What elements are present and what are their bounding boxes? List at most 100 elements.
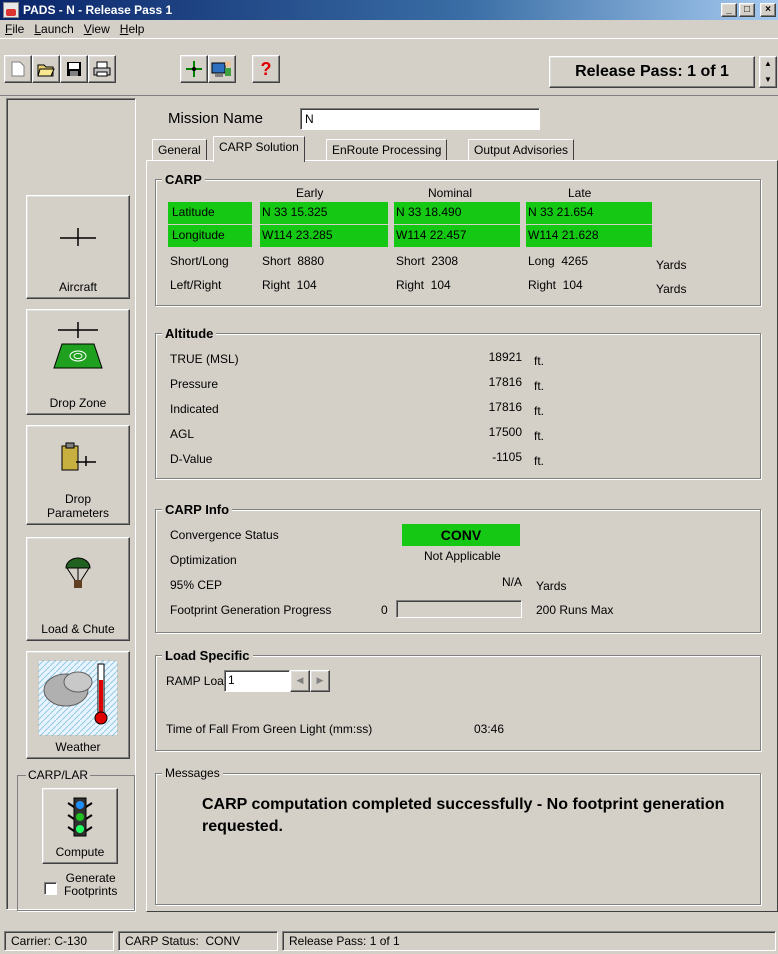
- d-value-label: D-Value: [170, 452, 213, 466]
- optimization-label: Optimization: [170, 553, 237, 567]
- compute-label: Compute: [55, 845, 105, 859]
- indicated-value: 17816: [488, 400, 522, 414]
- latitude-early: N 33 15.325: [262, 205, 328, 219]
- weather-icon: [27, 660, 129, 736]
- tab-carp-solution[interactable]: CARP Solution: [213, 136, 305, 162]
- release-pass-spinner[interactable]: ▲ ▼: [759, 56, 777, 88]
- short-long-unit: Yards: [656, 258, 687, 272]
- window-title: PADS - N - Release Pass 1: [23, 3, 173, 17]
- messages-group: Messages CARP computation completed succ…: [155, 766, 761, 905]
- ramp-load-next-icon[interactable]: ▶: [310, 670, 330, 692]
- status-carrier: Carrier: C-130: [4, 931, 114, 951]
- status-bar: Carrier: C-130 CARP Status: CONV Release…: [0, 928, 778, 954]
- left-right-early: Right 104: [262, 278, 317, 292]
- aircraft-icon: [27, 226, 129, 246]
- load-chute-button[interactable]: Load & Chute: [26, 537, 130, 641]
- menu-file[interactable]: File: [0, 20, 29, 36]
- drop-parameters-button[interactable]: Drop Parameters: [26, 425, 130, 525]
- drop-zone-button[interactable]: Drop Zone: [26, 309, 130, 415]
- latitude-nominal: N 33 18.490: [396, 205, 462, 219]
- time-of-fall-value: 03:46: [474, 722, 505, 736]
- computer-user-icon[interactable]: [208, 55, 236, 83]
- agl-value: 17500: [488, 425, 522, 439]
- menu-bar: File Launch View Help: [0, 20, 778, 38]
- mission-name-input[interactable]: N: [300, 108, 540, 130]
- longitude-late: W114 21.628: [528, 228, 599, 242]
- print-icon[interactable]: [88, 55, 116, 83]
- tab-output-advisories[interactable]: Output Advisories: [468, 139, 575, 161]
- aircraft-label: Aircraft: [58, 280, 97, 294]
- pressure-unit: ft.: [534, 379, 545, 393]
- true-msl-value: 18921: [488, 350, 522, 364]
- spinner-down-icon[interactable]: ▼: [760, 73, 776, 89]
- left-right-label: Left/Right: [170, 278, 222, 292]
- carp-solution-panel: CARP Early Nominal Late Latitude N 33 15…: [146, 160, 778, 912]
- open-folder-icon[interactable]: [32, 55, 60, 83]
- load-specific-group: Load Specific RAMP Load 1 ◀ ▶ Time of Fa…: [155, 648, 761, 751]
- parachute-icon: [27, 556, 129, 592]
- traffic-light-icon: [43, 797, 117, 837]
- true-msl-unit: ft.: [534, 354, 545, 368]
- menu-help[interactable]: Help: [115, 20, 150, 36]
- latitude-late: N 33 21.654: [528, 205, 594, 219]
- short-long-early: Short 8880: [262, 254, 325, 268]
- ramp-load-prev-icon[interactable]: ◀: [290, 670, 310, 692]
- messages-group-title: Messages: [162, 766, 223, 780]
- close-button[interactable]: ×: [760, 3, 776, 17]
- cep-label: 95% CEP: [170, 578, 223, 592]
- mission-name-label: Mission Name: [168, 110, 264, 127]
- altitude-group-title: Altitude: [162, 326, 217, 341]
- app-icon[interactable]: [3, 2, 19, 18]
- status-carp: CARP Status: CONV: [118, 931, 278, 951]
- menu-view[interactable]: View: [79, 20, 115, 36]
- footprint-progress-max: 200 Runs Max: [536, 603, 614, 617]
- status-release-pass: Release Pass: 1 of 1: [282, 931, 776, 951]
- carp-group: CARP Early Nominal Late Latitude N 33 15…: [155, 172, 761, 306]
- title-bar[interactable]: PADS - N - Release Pass 1 _ □ ×: [0, 0, 778, 20]
- footprint-progress-label: Footprint Generation Progress: [170, 603, 332, 617]
- short-long-label: Short/Long: [170, 254, 229, 268]
- longitude-label: Longitude: [172, 228, 225, 242]
- column-nominal: Nominal: [428, 186, 473, 200]
- spinner-up-icon[interactable]: ▲: [760, 57, 776, 73]
- generate-footprints-checkbox[interactable]: [44, 882, 57, 895]
- release-pass-indicator: Release Pass: 1 of 1: [549, 56, 755, 88]
- generate-footprints-label: Generate Footprints: [64, 871, 118, 898]
- indicated-label: Indicated: [170, 402, 219, 416]
- carp-info-group-title: CARP Info: [162, 502, 233, 517]
- ramp-load-input[interactable]: 1: [224, 670, 290, 692]
- carp-lar-group: CARP/LAR Compute Generate Footprints: [17, 768, 135, 911]
- navigation-panel: Aircraft Drop Zone Drop Parameters Load …: [6, 98, 136, 911]
- longitude-nominal: W114 22.457: [396, 228, 467, 242]
- short-long-late: Long 4265: [528, 254, 589, 268]
- tab-enroute-processing[interactable]: EnRoute Processing: [326, 139, 448, 161]
- true-msl-label: TRUE (MSL): [170, 352, 239, 366]
- ramp-load-label: RAMP Load: [166, 674, 231, 688]
- cep-unit: Yards: [536, 579, 567, 593]
- altitude-group: Altitude TRUE (MSL) 18921 ft. Pressure 1…: [155, 326, 761, 479]
- save-disk-icon[interactable]: [60, 55, 88, 83]
- new-document-icon[interactable]: [4, 55, 32, 83]
- left-right-nominal: Right 104: [396, 278, 451, 292]
- drop-parameters-label: Drop Parameters: [46, 492, 110, 520]
- column-early: Early: [296, 186, 324, 200]
- drop-zone-icon: [27, 320, 129, 372]
- minimize-button[interactable]: _: [721, 3, 737, 17]
- convergence-status-label: Convergence Status: [170, 528, 279, 542]
- weather-button[interactable]: Weather: [26, 651, 130, 759]
- latitude-label: Latitude: [172, 205, 215, 219]
- messages-text: CARP computation completed successfully …: [202, 796, 725, 835]
- short-long-nominal: Short 2308: [396, 254, 459, 268]
- cep-value: N/A: [501, 575, 522, 589]
- move-crosshair-icon[interactable]: [180, 55, 208, 83]
- menu-launch[interactable]: Launch: [29, 20, 78, 36]
- longitude-early: W114 23.285: [262, 228, 333, 242]
- time-of-fall-label: Time of Fall From Green Light (mm:ss): [166, 722, 373, 736]
- compute-button[interactable]: Compute: [42, 788, 118, 864]
- aircraft-button[interactable]: Aircraft: [26, 195, 130, 299]
- tab-general[interactable]: General: [152, 139, 207, 161]
- maximize-button[interactable]: □: [739, 3, 755, 17]
- help-question-icon[interactable]: ?: [252, 55, 280, 83]
- convergence-status-value: CONV: [402, 524, 520, 546]
- agl-unit: ft.: [534, 429, 545, 443]
